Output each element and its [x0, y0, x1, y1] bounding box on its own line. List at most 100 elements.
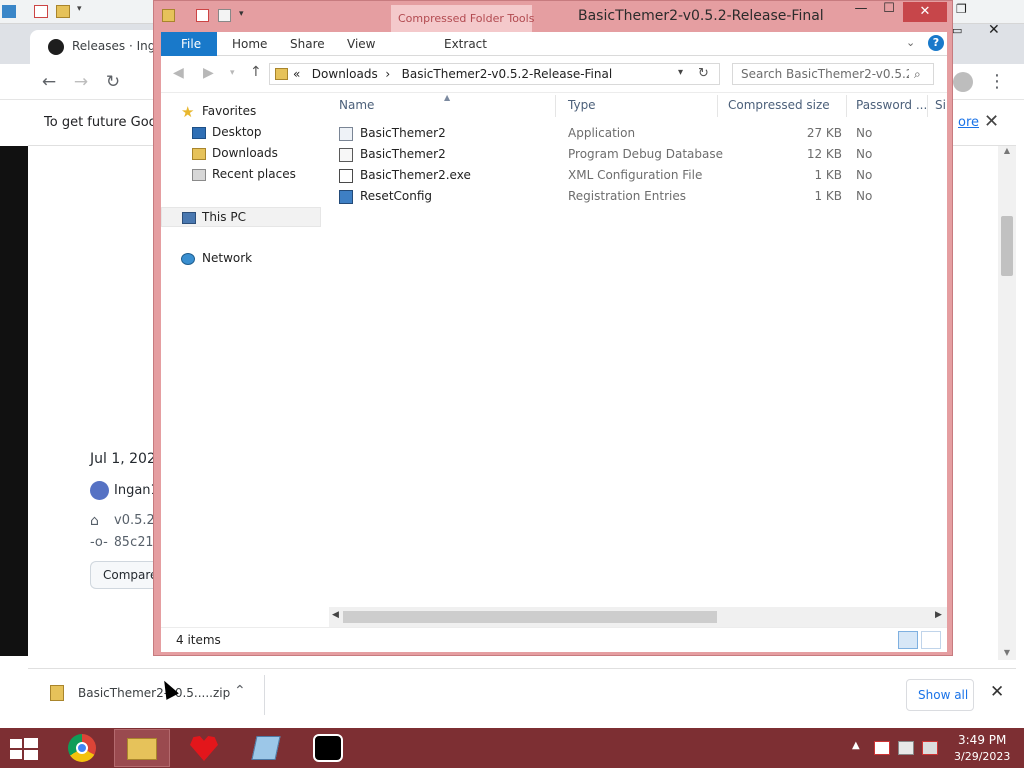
page-scroll-thumb[interactable]	[1001, 216, 1013, 276]
ribbon-tab-view[interactable]: View	[347, 37, 375, 51]
file-row[interactable]: BasicThemer2 Program Debug Database 12 K…	[329, 145, 947, 166]
taskbar-file-explorer[interactable]	[114, 729, 170, 767]
column-header-name[interactable]: Name	[339, 98, 374, 112]
network-status-icon[interactable]	[898, 741, 914, 755]
download-file-name[interactable]: BasicThemer2-v0.5.....zip	[78, 686, 230, 700]
column-divider[interactable]	[846, 95, 847, 117]
compare-button[interactable]: Compare	[90, 561, 157, 589]
folder-icon[interactable]	[2, 5, 16, 18]
scroll-right-icon[interactable]: ▶	[935, 610, 942, 620]
properties-icon[interactable]	[34, 5, 48, 18]
taskbar-app-notepad[interactable]	[238, 729, 294, 767]
column-divider[interactable]	[717, 95, 718, 117]
address-dropdown-icon[interactable]: ▾	[678, 67, 683, 78]
horizontal-scroll-thumb[interactable]	[343, 611, 717, 623]
clock-date[interactable]: 3/29/2023	[954, 750, 1010, 763]
file-size: 12 KB	[806, 147, 842, 161]
taskbar-app-heart[interactable]	[176, 729, 232, 767]
scroll-down-icon[interactable]: ▼	[1002, 648, 1012, 657]
page-scrollbar[interactable]: ▲ ▼	[998, 146, 1016, 660]
action-center-icon[interactable]	[874, 741, 890, 755]
address-bar[interactable]: « Downloads › BasicThemer2-v0.5.2-Releas…	[269, 63, 720, 85]
tray-expand-icon[interactable]: ▲	[852, 740, 860, 751]
chrome-restore-icon[interactable]: ❐	[956, 2, 967, 16]
minimize-icon[interactable]: —	[848, 1, 874, 23]
breadcrumb-downloads[interactable]: Downloads	[312, 67, 378, 81]
new-folder-icon[interactable]	[56, 5, 70, 18]
windows-start-icon[interactable]	[10, 738, 38, 760]
up-arrow-icon[interactable]: ↑	[250, 64, 262, 80]
refresh-icon[interactable]: ↻	[698, 66, 709, 81]
qa-dropdown-icon[interactable]: ▾	[239, 9, 244, 19]
back-arrow-icon[interactable]: ←	[40, 73, 58, 91]
help-icon[interactable]: ?	[928, 35, 944, 51]
reload-icon[interactable]: ↻	[104, 73, 122, 91]
breadcrumb-overflow[interactable]: «	[293, 67, 300, 81]
recent-locations-icon[interactable]: ▾	[230, 68, 235, 78]
clock-time[interactable]: 3:49 PM	[958, 733, 1006, 747]
breadcrumb: « Downloads › BasicThemer2-v0.5.2-Releas…	[293, 67, 612, 81]
nav-item-downloads[interactable]: Downloads	[161, 144, 321, 164]
show-all-button[interactable]: Show all	[906, 679, 974, 711]
page-dark-margin	[0, 146, 28, 656]
search-box[interactable]: ⌕	[732, 63, 934, 85]
author-avatar[interactable]	[90, 481, 109, 500]
search-input[interactable]	[733, 64, 909, 84]
nav-item-recent[interactable]: Recent places	[161, 165, 321, 185]
nav-item-favorites[interactable]: ★ Favorites	[161, 102, 321, 122]
horizontal-scrollbar[interactable]: ◀ ▶	[329, 607, 947, 627]
nav-item-desktop[interactable]: Desktop	[161, 123, 321, 143]
forward-arrow-icon[interactable]: →	[72, 73, 90, 91]
column-header-password[interactable]: Password ...	[856, 98, 927, 112]
ribbon-tab-share[interactable]: Share	[290, 37, 325, 51]
chrome-close-icon[interactable]: ✕	[988, 22, 1000, 38]
file-row[interactable]: BasicThemer2.exe XML Configuration File …	[329, 166, 947, 187]
qa-dropdown-icon[interactable]: ▾	[77, 4, 82, 14]
close-icon[interactable]: ✕	[903, 2, 947, 22]
config-file-icon	[339, 169, 353, 183]
file-row[interactable]: ResetConfig Registration Entries 1 KB No	[329, 187, 947, 208]
column-divider[interactable]	[555, 95, 556, 117]
pdb-file-icon	[339, 148, 353, 162]
file-type: XML Configuration File	[568, 168, 703, 182]
infobar-link[interactable]: ore	[958, 115, 979, 130]
column-header-size[interactable]: Compressed size	[728, 98, 830, 112]
explorer-title-bar[interactable]: ▾ Compressed Folder Tools BasicThemer2-v…	[154, 1, 952, 32]
scroll-left-icon[interactable]: ◀	[332, 610, 339, 620]
properties-icon[interactable]	[196, 9, 209, 22]
search-icon[interactable]: ⌕	[914, 67, 921, 82]
nav-item-this-pc[interactable]: This PC	[161, 207, 321, 227]
volume-muted-icon[interactable]	[922, 741, 938, 755]
downloads-close-icon[interactable]: ✕	[990, 682, 1004, 702]
chrome-maximize-icon[interactable]: ▭	[952, 24, 962, 37]
back-arrow-icon[interactable]: ◀	[173, 65, 184, 81]
breadcrumb-separator[interactable]: ›	[385, 67, 390, 81]
new-folder-icon[interactable]	[218, 9, 231, 22]
column-divider[interactable]	[927, 95, 928, 117]
maximize-icon[interactable]: ☐	[876, 1, 902, 23]
compressed-folder-tools-tab[interactable]: Compressed Folder Tools	[391, 5, 534, 32]
ribbon-tab-home[interactable]: Home	[232, 37, 267, 51]
ribbon-tab-extract[interactable]: Extract	[444, 37, 487, 51]
chevron-up-icon[interactable]: ⌃	[234, 683, 246, 699]
profile-avatar[interactable]	[953, 72, 973, 92]
breadcrumb-current[interactable]: BasicThemer2-v0.5.2-Release-Final	[402, 67, 613, 81]
nav-item-network[interactable]: Network	[161, 249, 321, 269]
taskbar-chrome[interactable]	[54, 729, 110, 767]
release-commit[interactable]: 85c21	[114, 535, 153, 550]
taskbar-app-face[interactable]	[300, 729, 356, 767]
ribbon-tabs: File Home Share View Extract ⌄ ?	[161, 32, 947, 56]
chrome-menu-icon[interactable]: ⋮	[988, 72, 1006, 92]
scroll-up-icon[interactable]: ▲	[1002, 146, 1012, 155]
chrome-tab-releases[interactable]: Releases · Ingan	[30, 30, 170, 64]
forward-arrow-icon[interactable]: ▶	[203, 65, 214, 81]
column-header-type[interactable]: Type	[568, 98, 596, 112]
large-icons-view-icon[interactable]	[921, 631, 941, 649]
infobar-close-icon[interactable]: ✕	[984, 111, 999, 132]
ribbon-file-tab[interactable]: File	[161, 32, 217, 56]
ribbon-expand-icon[interactable]: ⌄	[906, 36, 915, 49]
chrome-window-controls: ❐ ▭ ✕	[948, 0, 1024, 40]
file-row[interactable]: BasicThemer2 Application 27 KB No	[329, 124, 947, 145]
details-view-icon[interactable]	[898, 631, 918, 649]
column-header-extra[interactable]: Si	[935, 98, 946, 112]
